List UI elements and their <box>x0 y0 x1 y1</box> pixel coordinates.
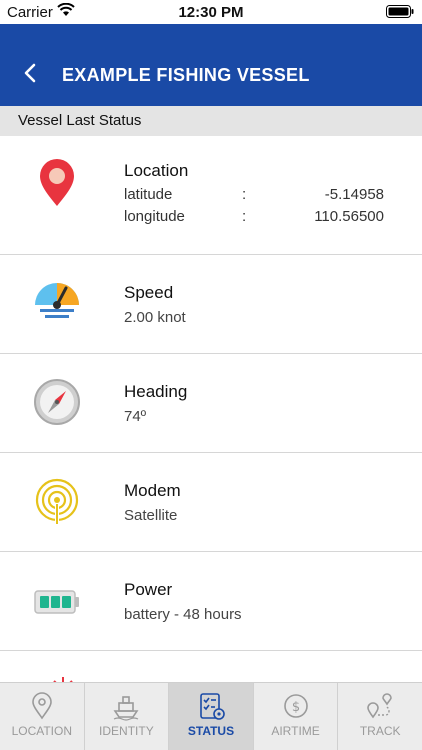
battery-status-icon <box>386 5 414 18</box>
modem-title: Modem <box>124 481 181 500</box>
speed-title: Speed <box>124 283 174 302</box>
status-bar: Carrier 12:30 PM <box>0 0 422 24</box>
airtime-icon: $ <box>283 694 308 718</box>
location-title: Location <box>124 161 189 180</box>
tab-status-label: STATUS <box>187 724 235 738</box>
longitude-label: longitude <box>124 208 185 225</box>
tab-airtime-label: AIRTIME <box>271 724 320 738</box>
power-title: Power <box>124 580 173 599</box>
latitude-value: -5.14958 <box>324 186 384 203</box>
latitude-separator: : <box>242 186 247 203</box>
ship-icon <box>113 696 139 721</box>
location-row[interactable]: Location latitude : -5.14958 longitude :… <box>0 136 422 255</box>
power-row[interactable]: Power battery - 48 hours <box>0 552 422 651</box>
tab-track[interactable]: TRACK <box>338 683 422 750</box>
tab-identity-label: IDENTITY <box>99 724 154 738</box>
back-button[interactable] <box>20 62 42 84</box>
location-pin-icon <box>40 159 74 206</box>
modem-value: Satellite <box>124 507 178 524</box>
longitude-separator: : <box>242 208 247 225</box>
clock: 12:30 PM <box>178 4 244 21</box>
latitude-label: latitude <box>124 186 173 203</box>
status-list: Location latitude : -5.14958 longitude :… <box>0 136 422 691</box>
track-icon <box>367 693 392 719</box>
section-header: Vessel Last Status <box>0 106 422 136</box>
tab-location[interactable]: LOCATION <box>0 683 85 750</box>
power-value: battery - 48 hours <box>124 606 242 623</box>
heading-value: 74º <box>124 408 147 425</box>
navigation-bar: EXAMPLE FISHING VESSEL <box>0 24 422 106</box>
status-checklist-icon <box>200 693 225 720</box>
page-title: EXAMPLE FISHING VESSEL <box>62 65 310 85</box>
tab-airtime[interactable]: $ AIRTIME <box>254 683 339 750</box>
modem-row[interactable]: Modem Satellite <box>0 453 422 552</box>
battery-icon <box>34 590 79 614</box>
heading-title: Heading <box>124 382 188 401</box>
tab-location-label: LOCATION <box>11 724 73 738</box>
tab-track-label: TRACK <box>359 724 401 738</box>
speed-row[interactable]: Speed 2.00 knot <box>0 255 422 354</box>
compass-icon <box>34 379 80 425</box>
heading-row[interactable]: Heading 74º <box>0 354 422 453</box>
tab-status[interactable]: STATUS <box>169 683 254 750</box>
longitude-value: 110.56500 <box>314 208 384 225</box>
svg-text:$: $ <box>291 700 299 715</box>
satellite-signal-icon <box>35 478 79 525</box>
tab-bar: LOCATION IDENTITY STATUS $ AIRTIME TRACK <box>0 682 422 750</box>
speedometer-icon <box>35 283 79 318</box>
location-icon <box>31 692 52 720</box>
speed-value: 2.00 knot <box>124 309 186 326</box>
tab-identity[interactable]: IDENTITY <box>85 683 170 750</box>
